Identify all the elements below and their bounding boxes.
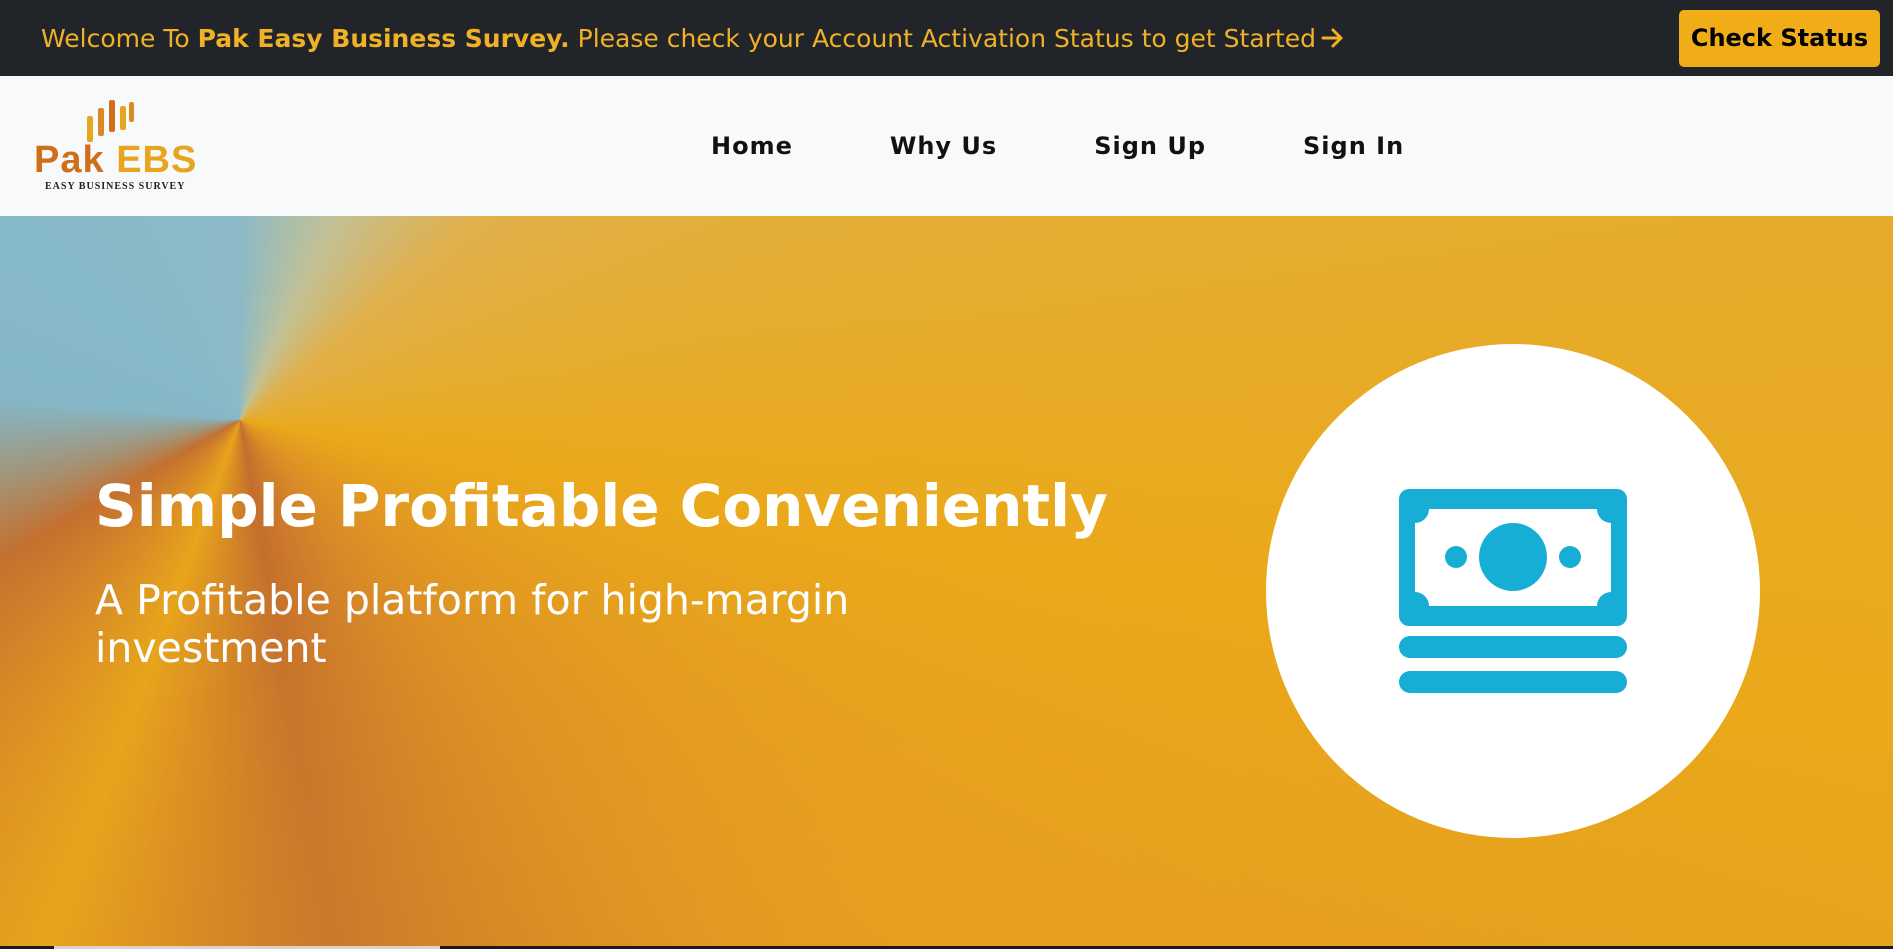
logo-name-ebs: EBS bbox=[116, 139, 198, 181]
announcement-prefix: Welcome To bbox=[41, 23, 198, 53]
announcement-suffix: Please check your Account Activation Sta… bbox=[577, 23, 1316, 53]
logo-tagline: EASY BUSINESS SURVEY bbox=[45, 181, 186, 192]
announcement-space bbox=[570, 24, 578, 53]
nav-sign-up[interactable]: Sign Up bbox=[1094, 132, 1206, 160]
logo[interactable]: Pak EBS EASY BUSINESS SURVEY bbox=[34, 98, 196, 194]
money-bill-icon bbox=[1399, 489, 1627, 693]
hero-section: Simple Profitable Conveniently A Profita… bbox=[0, 216, 1893, 949]
announcement-brand: Pak Easy Business Survey. bbox=[197, 23, 570, 53]
nav-why-us[interactable]: Why Us bbox=[890, 132, 997, 160]
logo-bars-icon bbox=[87, 100, 134, 142]
arrow-right-icon bbox=[1321, 28, 1343, 48]
check-status-button[interactable]: Check Status bbox=[1679, 9, 1880, 67]
hero-title: Simple Profitable Conveniently bbox=[95, 472, 1108, 540]
main-nav: Home Why Us Sign Up Sign In bbox=[711, 76, 1404, 216]
logo-name: Pak EBS bbox=[34, 140, 197, 180]
logo-name-pak: Pak bbox=[34, 139, 105, 181]
announcement-message: Welcome To Pak Easy Business Survey. Ple… bbox=[41, 24, 1346, 53]
announcement-bar: Welcome To Pak Easy Business Survey. Ple… bbox=[0, 0, 1893, 76]
navbar: Pak EBS EASY BUSINESS SURVEY Home Why Us… bbox=[0, 76, 1893, 216]
hero-subtitle: A Profitable platform for high-margin in… bbox=[95, 576, 850, 672]
nav-sign-in[interactable]: Sign In bbox=[1303, 132, 1404, 160]
nav-home[interactable]: Home bbox=[711, 132, 793, 160]
